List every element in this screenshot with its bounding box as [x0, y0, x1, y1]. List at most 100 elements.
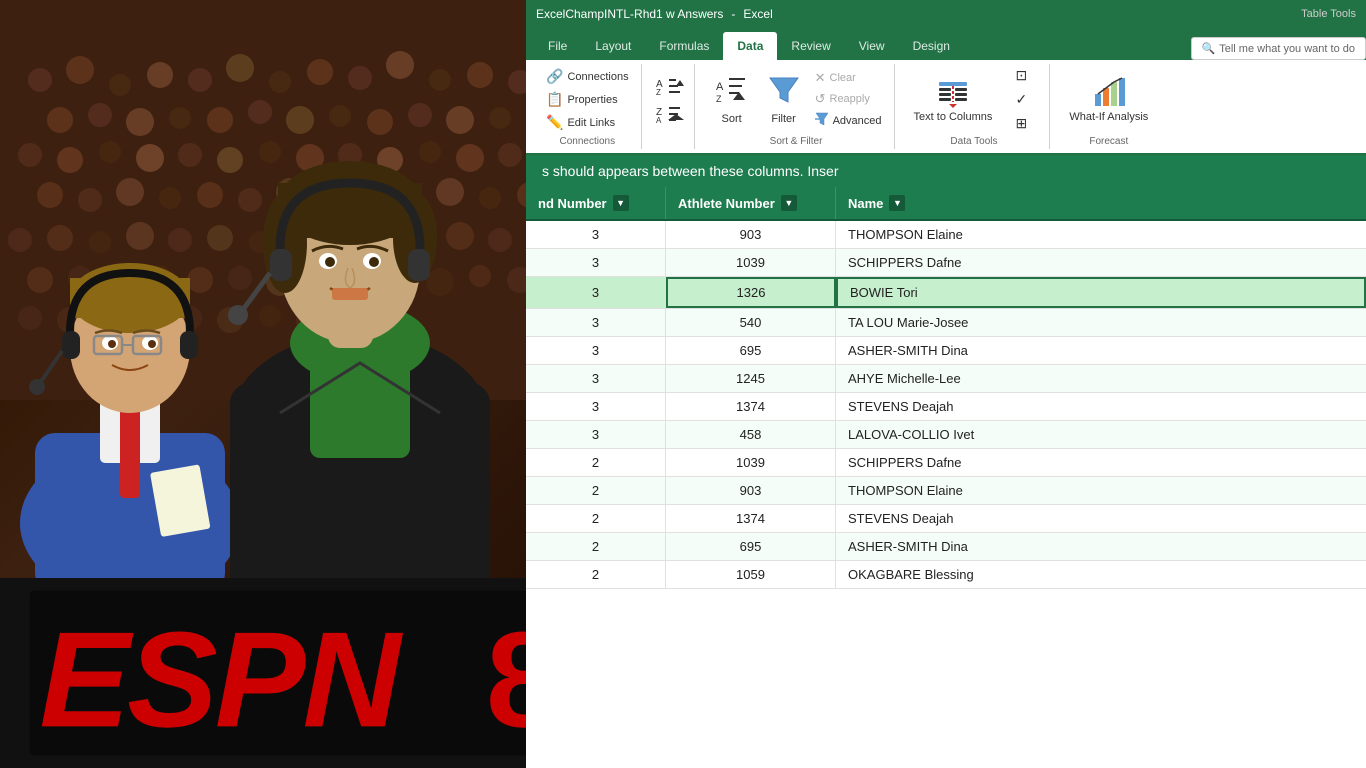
- properties-button[interactable]: 📋 Properties: [542, 89, 633, 110]
- sort-button[interactable]: A Z Sort: [707, 66, 757, 134]
- what-if-button[interactable]: What-If Analysis: [1062, 66, 1155, 134]
- table-row[interactable]: 3 1374 STEVENS Deajah: [526, 393, 1366, 421]
- table-row[interactable]: 2 1374 STEVENS Deajah: [526, 505, 1366, 533]
- cell-round: 2: [526, 477, 666, 504]
- sort-az-button[interactable]: A Z: [650, 73, 690, 99]
- svg-text:Z: Z: [716, 94, 722, 104]
- table-row[interactable]: 2 1039 SCHIPPERS Dafne: [526, 449, 1366, 477]
- cell-name: ASHER-SMITH Dina: [836, 533, 1366, 560]
- cell-name: STEVENS Deajah: [836, 393, 1366, 420]
- filter-button[interactable]: Filter: [759, 66, 809, 134]
- reapply-label: Reapply: [830, 93, 870, 105]
- consolidate-button[interactable]: ⊞: [1001, 112, 1041, 135]
- cell-name: TA LOU Marie-Josee: [836, 309, 1366, 336]
- cell-round: 3: [526, 393, 666, 420]
- cell-athlete-num: 1374: [666, 393, 836, 420]
- cell-round: 3: [526, 337, 666, 364]
- text-to-columns-button[interactable]: Text to Columns: [907, 66, 1000, 134]
- table-row[interactable]: 3 903 THOMPSON Elaine: [526, 221, 1366, 249]
- cell-name: STEVENS Deajah: [836, 505, 1366, 532]
- table-row[interactable]: 3 1039 SCHIPPERS Dafne: [526, 249, 1366, 277]
- cell-athlete-num: 1039: [666, 249, 836, 276]
- cell-athlete-num: 458: [666, 421, 836, 448]
- svg-text:A: A: [656, 116, 662, 125]
- cell-name: LALOVA-COLLIO Ivet: [836, 421, 1366, 448]
- file-title: ExcelChampINTL-Rhd1 w Answers: [536, 7, 723, 21]
- tab-layout[interactable]: Layout: [581, 32, 645, 60]
- sort-filter-group-label: Sort & Filter: [699, 136, 894, 149]
- col-name-label: Name: [848, 196, 883, 211]
- cell-name: THOMPSON Elaine: [836, 477, 1366, 504]
- ribbon-group-forecast: What-If Analysis Forecast: [1054, 64, 1163, 149]
- table-tools-label: Table Tools: [1301, 8, 1356, 20]
- what-if-label: What-If Analysis: [1069, 111, 1148, 123]
- text-to-columns-label: Text to Columns: [914, 111, 993, 123]
- table-row[interactable]: 3 540 TA LOU Marie-Josee: [526, 309, 1366, 337]
- filter-icon: [768, 74, 800, 113]
- cell-athlete-num: 1245: [666, 365, 836, 392]
- sort-za-button[interactable]: Z A: [650, 101, 690, 127]
- table-row[interactable]: 2 903 THOMPSON Elaine: [526, 477, 1366, 505]
- cell-round: 3: [526, 365, 666, 392]
- cell-athlete-num: 1059: [666, 561, 836, 588]
- reapply-icon: ↺: [815, 91, 826, 107]
- tell-me-input[interactable]: 🔍 Tell me what you want to do: [1191, 37, 1366, 60]
- cell-athlete-num: 903: [666, 477, 836, 504]
- cell-athlete-num: 540: [666, 309, 836, 336]
- col-name-filter[interactable]: ▼: [889, 195, 905, 211]
- table-row[interactable]: 3 458 LALOVA-COLLIO Ivet: [526, 421, 1366, 449]
- table-row[interactable]: 3 695 ASHER-SMITH Dina: [526, 337, 1366, 365]
- edit-links-icon: ✏️: [546, 114, 563, 131]
- table-row[interactable]: 3 1245 AHYE Michelle-Lee: [526, 365, 1366, 393]
- what-if-icon: [1093, 76, 1125, 111]
- connections-buttons: 🔗 Connections 📋 Properties ✏️ Edit Links: [542, 66, 633, 133]
- svg-text:ESPN: ESPN: [39, 603, 403, 755]
- connections-group-label: Connections: [534, 136, 641, 149]
- advanced-button[interactable]: Advanced: [811, 110, 886, 131]
- ribbon-tabs: File Layout Formulas Data Review View De…: [526, 28, 1366, 60]
- table-row[interactable]: 2 1059 OKAGBARE Blessing: [526, 561, 1366, 589]
- tab-design[interactable]: Design: [899, 32, 964, 60]
- cell-athlete-num: 695: [666, 337, 836, 364]
- svg-text:Z: Z: [656, 88, 661, 97]
- properties-label: Properties: [567, 94, 617, 106]
- col-round-filter[interactable]: ▼: [613, 195, 629, 211]
- app-name: Excel: [743, 7, 772, 21]
- cell-name: ASHER-SMITH Dina: [836, 337, 1366, 364]
- table-row[interactable]: 3 1326 BOWIE Tori: [526, 277, 1366, 309]
- clear-label: Clear: [830, 72, 856, 84]
- tab-review[interactable]: Review: [777, 32, 844, 60]
- tab-formulas[interactable]: Formulas: [645, 32, 723, 60]
- sort-label: Sort: [722, 113, 742, 125]
- cell-athlete-num: 1326: [666, 277, 836, 308]
- edit-links-button[interactable]: ✏️ Edit Links: [542, 112, 633, 133]
- data-validation-button[interactable]: ✓: [1001, 88, 1041, 111]
- col-athlete-filter[interactable]: ▼: [781, 195, 797, 211]
- commentator-2: [170, 83, 550, 583]
- connections-label: Connections: [567, 71, 628, 83]
- announcement-text: s should appears between these columns. …: [542, 163, 839, 179]
- clear-icon: ✕: [815, 70, 826, 86]
- tab-view[interactable]: View: [845, 32, 899, 60]
- forecast-group-label: Forecast: [1054, 136, 1163, 149]
- text-to-columns-icon: [937, 76, 969, 111]
- sort-za-icon: Z A: [656, 103, 684, 125]
- clear-button[interactable]: ✕ Clear: [811, 68, 886, 88]
- connections-button[interactable]: 🔗 Connections: [542, 66, 633, 87]
- tab-data[interactable]: Data: [723, 32, 777, 60]
- cell-athlete-num: 695: [666, 533, 836, 560]
- cell-name: AHYE Michelle-Lee: [836, 365, 1366, 392]
- table-row[interactable]: 2 695 ASHER-SMITH Dina: [526, 533, 1366, 561]
- cell-round: 2: [526, 505, 666, 532]
- ribbon-group-sort-filter: A Z Sort: [699, 64, 895, 149]
- sort-az-items: A Z Z A: [650, 64, 690, 149]
- remove-dup-icon: ⊡: [1016, 67, 1028, 84]
- cell-name: SCHIPPERS Dafne: [836, 249, 1366, 276]
- data-val-icon: ✓: [1016, 91, 1028, 108]
- data-tools-extra: ⊡ ✓ ⊞: [1001, 64, 1041, 135]
- reapply-button[interactable]: ↺ Reapply: [811, 89, 886, 109]
- advanced-label: Advanced: [833, 115, 882, 127]
- tab-file[interactable]: File: [534, 32, 581, 60]
- remove-duplicates-button[interactable]: ⊡: [1001, 64, 1041, 87]
- cell-round: 3: [526, 249, 666, 276]
